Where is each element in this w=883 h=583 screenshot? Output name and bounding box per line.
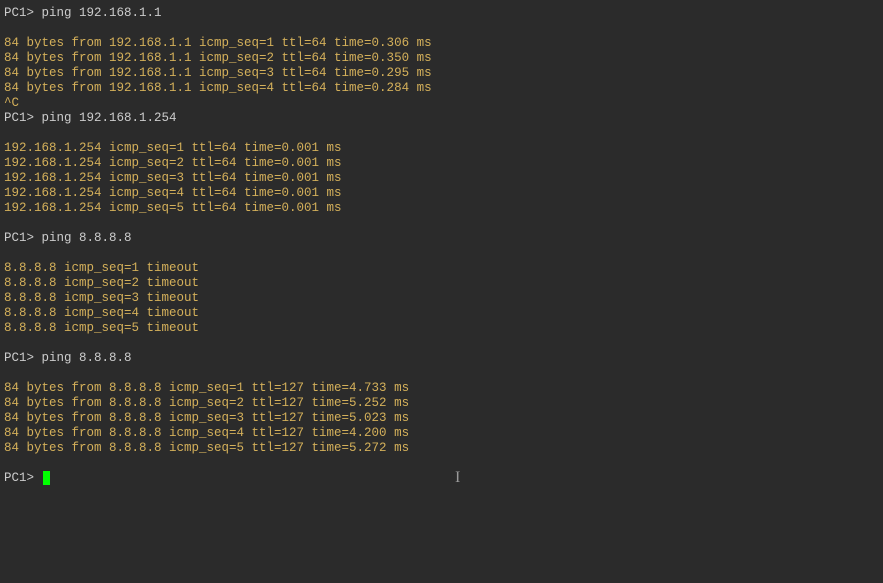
terminal-line: 192.168.1.254 icmp_seq=4 ttl=64 time=0.0…	[4, 186, 879, 201]
terminal-line: 192.168.1.254 icmp_seq=5 ttl=64 time=0.0…	[4, 201, 879, 216]
terminal-line: PC1> ping 192.168.1.254	[4, 111, 879, 126]
terminal-line: 8.8.8.8 icmp_seq=1 timeout	[4, 261, 879, 276]
terminal-line: 84 bytes from 8.8.8.8 icmp_seq=3 ttl=127…	[4, 411, 879, 426]
terminal-line: 192.168.1.254 icmp_seq=3 ttl=64 time=0.0…	[4, 171, 879, 186]
block-cursor-icon	[43, 471, 50, 485]
prompt-label: PC1>	[4, 471, 42, 485]
terminal-line: 84 bytes from 192.168.1.1 icmp_seq=2 ttl…	[4, 51, 879, 66]
terminal-line: 8.8.8.8 icmp_seq=2 timeout	[4, 276, 879, 291]
terminal[interactable]: PC1> ping 192.168.1.1 84 bytes from 192.…	[4, 6, 879, 486]
terminal-line	[4, 456, 879, 471]
terminal-line: 84 bytes from 8.8.8.8 icmp_seq=5 ttl=127…	[4, 441, 879, 456]
terminal-line	[4, 216, 879, 231]
terminal-line	[4, 366, 879, 381]
terminal-line: 8.8.8.8 icmp_seq=4 timeout	[4, 306, 879, 321]
terminal-line: PC1> ping 8.8.8.8	[4, 351, 879, 366]
terminal-line	[4, 336, 879, 351]
terminal-line: 84 bytes from 192.168.1.1 icmp_seq=3 ttl…	[4, 66, 879, 81]
terminal-line	[4, 21, 879, 36]
terminal-line: PC1> ping 192.168.1.1	[4, 6, 879, 21]
terminal-line: 192.168.1.254 icmp_seq=1 ttl=64 time=0.0…	[4, 141, 879, 156]
terminal-line: PC1>	[4, 471, 879, 486]
terminal-line: PC1> ping 8.8.8.8	[4, 231, 879, 246]
terminal-line	[4, 246, 879, 261]
terminal-line: 192.168.1.254 icmp_seq=2 ttl=64 time=0.0…	[4, 156, 879, 171]
terminal-line: 8.8.8.8 icmp_seq=3 timeout	[4, 291, 879, 306]
terminal-line: 84 bytes from 8.8.8.8 icmp_seq=2 ttl=127…	[4, 396, 879, 411]
terminal-line: 84 bytes from 8.8.8.8 icmp_seq=1 ttl=127…	[4, 381, 879, 396]
terminal-line	[4, 126, 879, 141]
terminal-line: 84 bytes from 192.168.1.1 icmp_seq=1 ttl…	[4, 36, 879, 51]
terminal-line: ^C	[4, 96, 879, 111]
terminal-line: 8.8.8.8 icmp_seq=5 timeout	[4, 321, 879, 336]
terminal-line: 84 bytes from 192.168.1.1 icmp_seq=4 ttl…	[4, 81, 879, 96]
terminal-line: 84 bytes from 8.8.8.8 icmp_seq=4 ttl=127…	[4, 426, 879, 441]
